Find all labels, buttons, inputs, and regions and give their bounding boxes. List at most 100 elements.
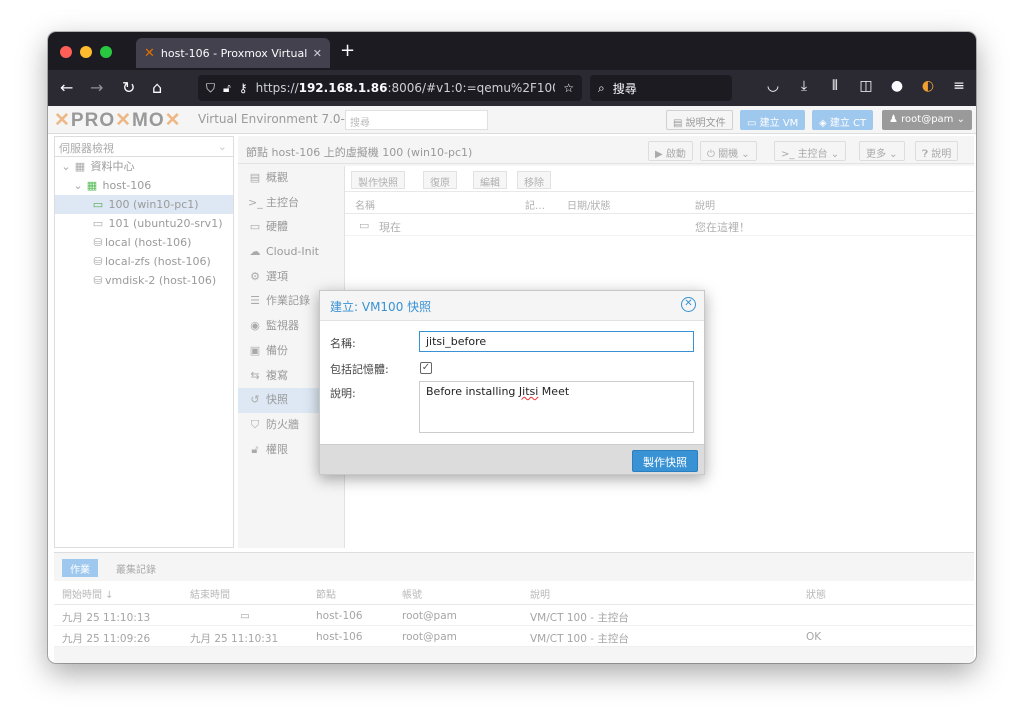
rollback-button[interactable]: 復原: [423, 171, 457, 189]
take-snapshot-submit-button[interactable]: 製作快照: [632, 450, 698, 472]
minimize-window-button[interactable]: [80, 46, 92, 58]
remove-button[interactable]: 移除: [517, 171, 551, 189]
power-icon: ⏻: [707, 149, 719, 160]
home-icon[interactable]: ⌂: [152, 78, 162, 98]
row-node: host-106: [316, 610, 363, 622]
gear-icon: ⚙: [250, 269, 260, 283]
task-log-panel: 作業 叢集記錄 開始時間 ↓ 結束時間 節點 帳號 說明 狀態 九月 25 11…: [54, 552, 974, 663]
back-icon[interactable]: ←: [60, 78, 73, 98]
snapshot-name: 現在: [379, 221, 401, 234]
tree-item-storage-local[interactable]: ⛁ local (host-106): [55, 233, 233, 252]
tree-item-vm-101[interactable]: ▭ 101 (ubuntu20-srv1): [55, 214, 233, 233]
tab-tasks[interactable]: 作業: [62, 559, 98, 577]
reload-icon[interactable]: ↻: [122, 78, 135, 98]
column-end-time[interactable]: 結束時間: [190, 586, 230, 601]
column-status[interactable]: 狀態: [806, 586, 826, 601]
row-end-time: 九月 25 11:10:31: [190, 633, 279, 645]
proxmox-logo: ✕PRO✕MO✕: [54, 110, 182, 131]
console-button[interactable]: >_ 主控台 ⌄: [774, 141, 847, 161]
pocket-icon[interactable]: ◡: [764, 78, 782, 94]
menu-item-console[interactable]: >_ 主控台: [238, 191, 342, 216]
user-menu-button[interactable]: ♟ root@pam ⌄: [882, 110, 972, 130]
tree-item-vm-100[interactable]: ▭ 100 (win10-pc1): [55, 195, 233, 214]
url-text[interactable]: https://192.168.1.86:8006/#v1:0:=qemu%2F…: [256, 81, 556, 95]
search-bar[interactable]: ⌕ 搜尋: [590, 75, 732, 101]
description-textarea[interactable]: Before installing Jitsi Meet: [419, 381, 694, 433]
book-icon: ▤: [673, 118, 686, 129]
column-name[interactable]: 名稱: [355, 197, 375, 212]
bookmark-star-icon[interactable]: ☆: [563, 81, 574, 95]
snapshot-name-input[interactable]: jitsi_before: [419, 331, 694, 352]
vm-running-icon: ▭: [92, 198, 104, 211]
take-snapshot-button[interactable]: 製作快照: [351, 171, 405, 189]
retweet-icon: ⇆: [250, 368, 260, 382]
terminal-icon: >_: [781, 149, 798, 160]
menu-item-summary[interactable]: ▤ 概觀: [238, 166, 342, 191]
user-icon: ♟: [889, 114, 902, 125]
table-row[interactable]: 九月 25 11:10:13 ▭ host-106 root@pam VM/CT…: [54, 605, 974, 626]
edit-button[interactable]: 編輯: [473, 171, 507, 189]
create-vm-button[interactable]: ▭ 建立 VM: [740, 110, 806, 130]
column-node[interactable]: 節點: [316, 586, 336, 601]
include-ram-checkbox[interactable]: ✓: [420, 362, 432, 374]
tab-cluster-log[interactable]: 叢集記錄: [108, 559, 164, 577]
storage-icon: ⛁: [93, 255, 103, 268]
close-tab-icon[interactable]: ✕: [313, 47, 322, 60]
column-ram[interactable]: 記…: [525, 197, 545, 212]
browser-window: ✕ host-106 - Proxmox Virtual Envir… ✕ + …: [48, 32, 976, 663]
search-icon: ⌕: [598, 80, 605, 95]
proxmox-favicon-icon: ✕: [144, 45, 155, 61]
cube-icon: ◈: [819, 118, 830, 129]
download-icon[interactable]: ⤓: [795, 78, 813, 94]
header-search-input[interactable]: 搜尋: [345, 110, 488, 130]
close-icon[interactable]: ✕: [681, 297, 696, 312]
forward-icon[interactable]: →: [90, 78, 103, 98]
shield-icon[interactable]: ⛉: [206, 81, 215, 96]
tree-item-node[interactable]: ⌄ ▦ host-106: [55, 176, 233, 195]
tab-bar: ✕ host-106 - Proxmox Virtual Envir… ✕ +: [48, 32, 976, 70]
lock-warning-icon[interactable]: 🔓︎: [223, 81, 231, 96]
menu-item-hardware[interactable]: ▭ 硬體: [238, 215, 342, 240]
tree-item-storage-local-zfs[interactable]: ⛁ local-zfs (host-106): [55, 252, 233, 271]
zoom-window-button[interactable]: [100, 46, 112, 58]
sidebar-icon[interactable]: ◫: [857, 78, 875, 94]
addon-icon[interactable]: ◐: [919, 78, 937, 94]
eye-icon: ◉: [250, 319, 260, 333]
column-start-time[interactable]: 開始時間 ↓: [62, 586, 114, 601]
row-start-time: 九月 25 11:09:26: [62, 633, 151, 645]
column-date[interactable]: 日期/狀態: [567, 197, 610, 212]
window-controls: [60, 46, 112, 58]
more-button[interactable]: 更多 ⌄: [859, 141, 905, 161]
extension-icon[interactable]: ●: [888, 78, 906, 94]
create-ct-button[interactable]: ◈ 建立 CT: [812, 110, 874, 130]
url-bar[interactable]: ⛉ 🔓︎ ⚷ https://192.168.1.86:8006/#v1:0:=…: [198, 75, 582, 101]
cloud-icon: ☁: [249, 245, 261, 259]
browser-tab[interactable]: ✕ host-106 - Proxmox Virtual Envir… ✕: [136, 38, 330, 68]
logo-x-icon: ✕: [54, 110, 71, 131]
start-button[interactable]: ▶ 啟動: [648, 141, 693, 161]
datacenter-icon: ▦: [74, 160, 86, 173]
description-label: 說明:: [330, 387, 356, 400]
menu-item-options[interactable]: ⚙ 選項: [238, 265, 342, 290]
column-description[interactable]: 說明: [530, 586, 550, 601]
close-window-button[interactable]: [60, 46, 72, 58]
dialog-titlebar[interactable]: 建立: VM100 快照 ✕: [320, 291, 704, 321]
library-icon[interactable]: ⫴: [826, 78, 844, 94]
docs-button[interactable]: ▤ 說明文件: [666, 110, 733, 130]
tree-item-storage-vmdisk-2[interactable]: ⛁ vmdisk-2 (host-106): [55, 271, 233, 290]
menu-item-cloud-init[interactable]: ☁ Cloud-Init: [238, 240, 342, 265]
table-row[interactable]: 九月 25 11:09:26 九月 25 11:10:31 host-106 r…: [54, 626, 974, 647]
monitor-icon: ▭: [249, 220, 261, 234]
column-user[interactable]: 帳號: [402, 586, 422, 601]
new-tab-button[interactable]: +: [340, 42, 355, 60]
breadcrumb: 節點 host-106 上的虛擬機 100 (win10-pc1): [246, 146, 473, 159]
monitor-icon: ▭: [747, 118, 760, 129]
menu-icon[interactable]: ≡: [950, 78, 968, 94]
tree-item-datacenter[interactable]: ⌄ ▦ 資料中心: [55, 157, 233, 176]
table-row[interactable]: ▭ 現在 您在這裡！: [345, 214, 974, 236]
key-icon[interactable]: ⚷: [239, 81, 248, 95]
help-button[interactable]: ❓︎ 說明: [915, 141, 959, 161]
shutdown-button[interactable]: ⏻ 關機 ⌄: [700, 141, 757, 161]
view-selector[interactable]: 伺服器檢視 ⌄: [55, 137, 233, 157]
column-description[interactable]: 說明: [695, 197, 715, 212]
